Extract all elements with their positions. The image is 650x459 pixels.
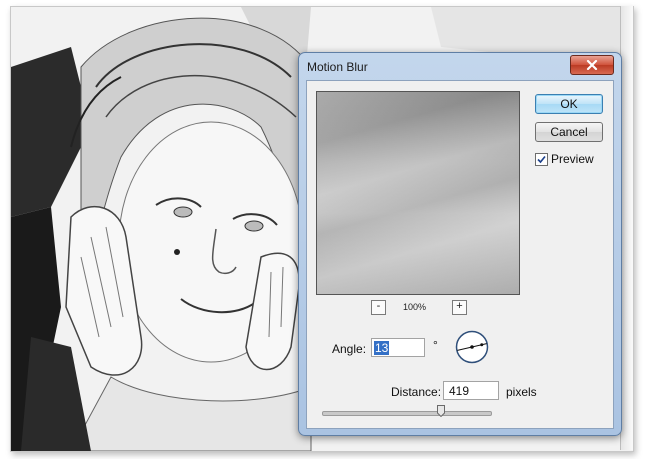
checkmark-icon	[537, 155, 546, 164]
cancel-button[interactable]: Cancel	[535, 122, 603, 142]
dialog-titlebar[interactable]: Motion Blur	[299, 53, 621, 80]
zoom-level: 100%	[403, 302, 427, 312]
preview-checkbox[interactable]	[535, 153, 548, 166]
angle-label: Angle:	[332, 342, 367, 356]
close-button[interactable]	[570, 55, 614, 75]
degree-symbol: °	[433, 338, 438, 352]
angle-value: 13	[374, 341, 390, 355]
distance-input[interactable]: 419	[443, 381, 499, 400]
angle-dial-icon[interactable]	[455, 330, 489, 364]
distance-label: Distance:	[391, 385, 442, 399]
distance-slider-track[interactable]	[322, 411, 492, 416]
motion-blur-dialog: Motion Blur - 100% + OK Cancel Preview A…	[298, 52, 622, 436]
zoom-out-button[interactable]: -	[371, 300, 386, 315]
distance-slider-thumb[interactable]	[437, 405, 446, 417]
blur-preview[interactable]	[316, 91, 520, 295]
preview-label: Preview	[551, 152, 594, 166]
close-icon	[586, 60, 598, 70]
distance-unit-label: pixels	[506, 385, 537, 399]
ok-button[interactable]: OK	[535, 94, 603, 114]
angle-input[interactable]: 13	[371, 338, 425, 357]
zoom-in-button[interactable]: +	[452, 300, 467, 315]
dialog-body: - 100% + OK Cancel Preview Angle: 13 ° D…	[306, 80, 614, 429]
dialog-title: Motion Blur	[307, 60, 368, 74]
